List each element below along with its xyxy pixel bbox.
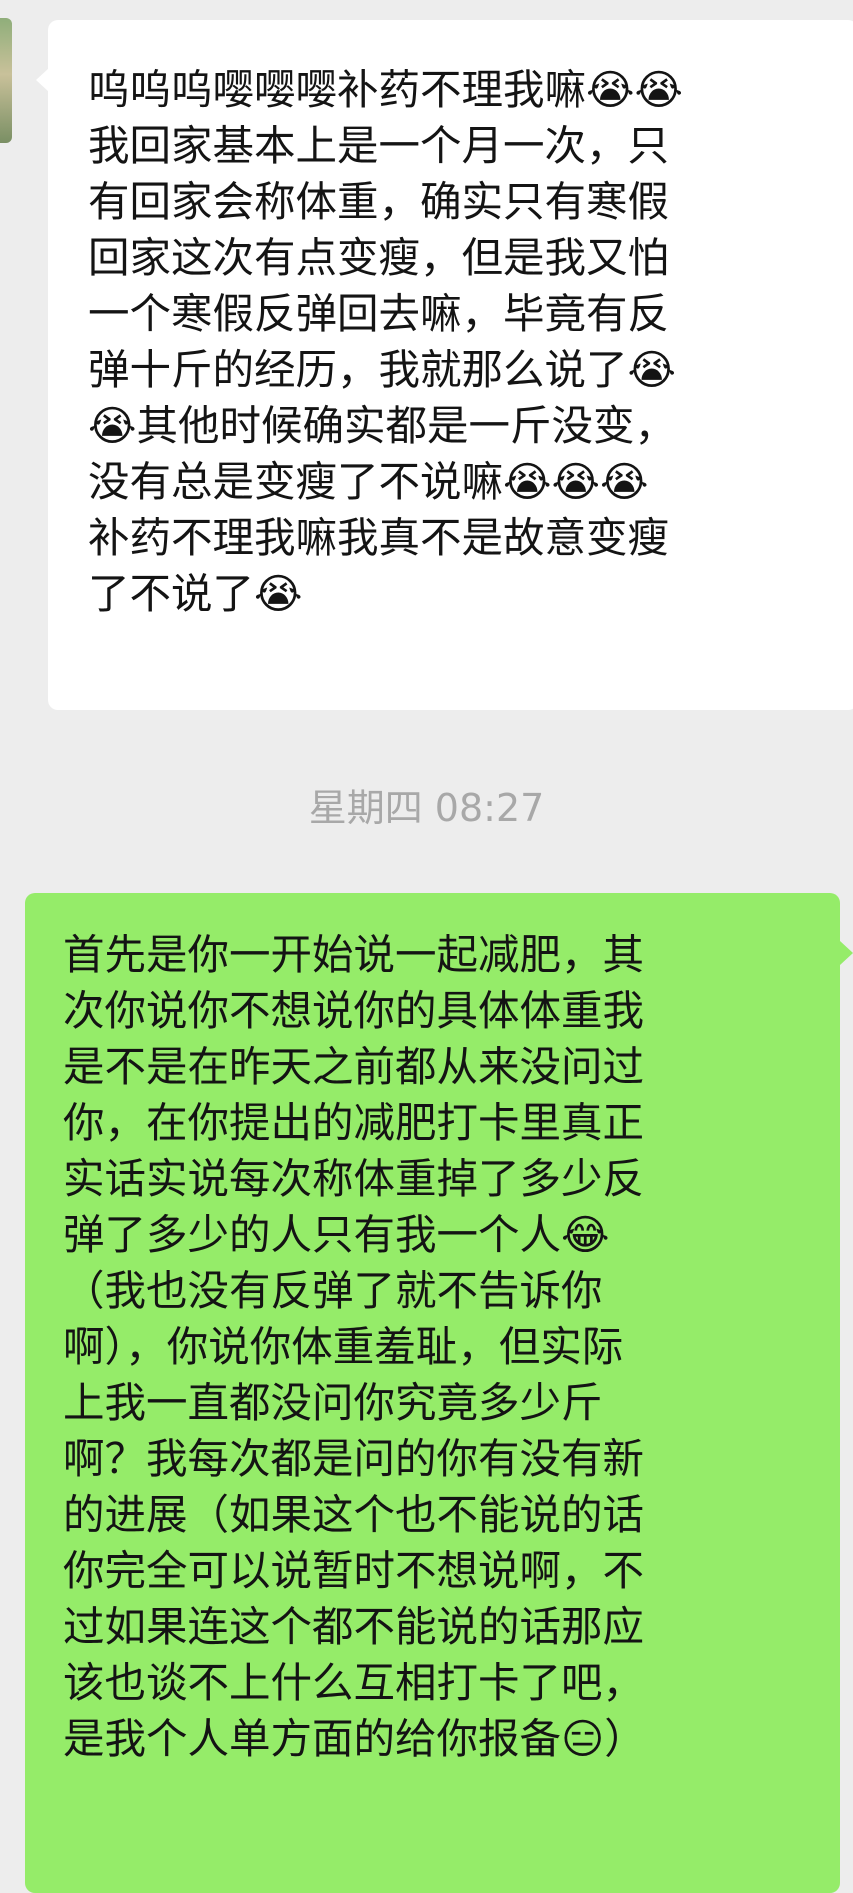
- incoming-message-bubble[interactable]: 呜呜呜嘤嘤嘤补药不理我嘛😭😭 我回家基本上是一个月一次，只 有回家会称体重，确实…: [36, 20, 853, 710]
- outgoing-message-bubble[interactable]: 首先是你一开始说一起减肥，其 次你说你不想说你的具体体重我 是不是在昨天之前都从…: [25, 893, 853, 1893]
- outgoing-message-text: 首先是你一开始说一起减肥，其 次你说你不想说你的具体体重我 是不是在昨天之前都从…: [63, 930, 646, 1763]
- message-timestamp: 星期四 08:27: [308, 786, 545, 830]
- incoming-message-text: 呜呜呜嘤嘤嘤补药不理我嘛😭😭 我回家基本上是一个月一次，只 有回家会称体重，确实…: [88, 65, 683, 618]
- incoming-bubble-tail: [36, 68, 49, 92]
- contact-avatar[interactable]: [0, 18, 12, 143]
- outgoing-bubble-tail: [840, 941, 853, 965]
- chat-area: 呜呜呜嘤嘤嘤补药不理我嘛😭😭 我回家基本上是一个月一次，只 有回家会称体重，确实…: [0, 0, 853, 1893]
